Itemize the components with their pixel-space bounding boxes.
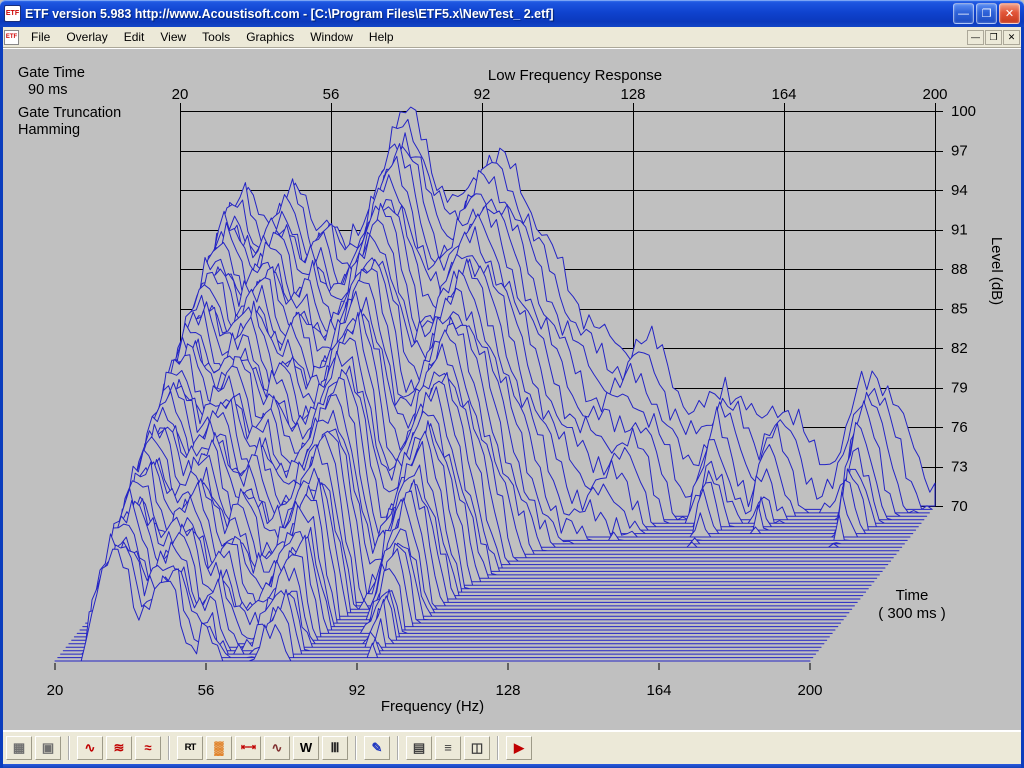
spectrogram-button[interactable]: ▓ — [206, 735, 232, 760]
window-left-border — [0, 27, 3, 768]
menubar: ETF File Overlay Edit View Tools Graphics Wind… — [0, 27, 1024, 48]
menu-item-view[interactable]: View — [152, 28, 194, 46]
svg-text:164: 164 — [771, 86, 796, 103]
print-button[interactable]: ▤ — [406, 735, 432, 760]
tools-icon: ✎ — [371, 739, 383, 755]
svg-text:70: 70 — [951, 498, 968, 515]
svg-text:94: 94 — [951, 182, 968, 199]
frequency-response-button[interactable]: ≈ — [135, 735, 161, 760]
comb-filter-icon: Ⅲ — [330, 739, 340, 755]
minimize-button[interactable]: — — [953, 3, 974, 24]
window-function-button[interactable]: W — [293, 735, 319, 760]
menu-item-file[interactable]: File — [23, 28, 58, 46]
dual-view-button[interactable]: ▣ — [35, 735, 61, 760]
comb-filter-button[interactable]: Ⅲ — [322, 735, 348, 760]
svg-text:56: 56 — [198, 682, 215, 699]
mdi-minimize-button[interactable]: — — [967, 29, 984, 45]
print-icon: ▤ — [412, 739, 426, 755]
svg-text:92: 92 — [474, 86, 491, 103]
menu-item-tools[interactable]: Tools — [194, 28, 238, 46]
spectrogram-icon: ▓ — [214, 740, 224, 755]
step-response-button[interactable]: ∿ — [264, 735, 290, 760]
waterfall-icon: ≋ — [113, 739, 125, 755]
impulse-response-button[interactable]: ∿ — [77, 735, 103, 760]
svg-text:128: 128 — [495, 682, 520, 699]
window-controls: — ❐ ✕ — [953, 3, 1020, 24]
rt60-icon: RT — [184, 742, 197, 753]
rt60-button[interactable]: RT — [177, 735, 203, 760]
svg-text:Level (dB): Level (dB) — [988, 237, 1005, 305]
waterfall-chart: 20 56 92 128 164 20010097949188858279767370Le… — [47, 86, 1005, 715]
svg-text:91: 91 — [951, 222, 968, 239]
time-gating-icon: ⇤⇥ — [241, 742, 256, 753]
run-measurement-button[interactable]: ▶ — [506, 735, 532, 760]
mdi-document-icon[interactable]: ETF — [4, 29, 19, 45]
menu-item-help[interactable]: Help — [361, 28, 402, 46]
svg-text:Time: Time — [896, 587, 929, 604]
menu-item-edit[interactable]: Edit — [116, 28, 153, 46]
svg-text:200: 200 — [797, 682, 822, 699]
overlay-chart-icon: ◫ — [470, 739, 484, 755]
overlay-chart-button[interactable]: ◫ — [464, 735, 490, 760]
svg-text:100: 100 — [951, 103, 976, 120]
svg-text:20: 20 — [172, 86, 189, 103]
svg-text:85: 85 — [951, 301, 968, 318]
step-response-icon: ∿ — [271, 739, 283, 755]
menu-item-window[interactable]: Window — [302, 28, 361, 46]
tools-button[interactable]: ✎ — [364, 735, 390, 760]
menu-item-graphics[interactable]: Graphics — [238, 28, 302, 46]
svg-text:92: 92 — [349, 682, 366, 699]
spl-meter-icon: ▦ — [12, 739, 26, 755]
spl-meter-button[interactable]: ▦ — [6, 735, 32, 760]
window-title: ETF version 5.983 http://www.Acoustisoft… — [25, 6, 554, 21]
time-gating-button[interactable]: ⇤⇥ — [235, 735, 261, 760]
report-icon: ≡ — [444, 740, 452, 755]
svg-text:76: 76 — [951, 419, 968, 436]
window-function-icon: W — [299, 740, 313, 755]
app-window: ETF ETF version 5.983 http://www.Acousti… — [0, 0, 1024, 768]
svg-text:164: 164 — [646, 682, 671, 699]
impulse-response-icon: ∿ — [84, 739, 96, 755]
svg-text:128: 128 — [620, 86, 645, 103]
svg-text:20: 20 — [47, 682, 64, 699]
svg-text:Frequency (Hz): Frequency (Hz) — [381, 698, 484, 715]
menu-items: File Overlay Edit View Tools Graphics Window He… — [23, 28, 967, 46]
menu-item-overlay[interactable]: Overlay — [58, 28, 115, 46]
svg-text:73: 73 — [951, 459, 968, 476]
mdi-restore-button[interactable]: ❐ — [985, 29, 1002, 45]
app-icon: ETF — [4, 5, 21, 22]
svg-text:97: 97 — [951, 143, 968, 160]
restore-button[interactable]: ❐ — [976, 3, 997, 24]
mdi-window-controls: — ❐ ✕ — [967, 29, 1020, 45]
svg-text:79: 79 — [951, 380, 968, 397]
svg-text:82: 82 — [951, 340, 968, 357]
close-button[interactable]: ✕ — [999, 3, 1020, 24]
svg-text:( 300 ms ): ( 300 ms ) — [878, 605, 946, 622]
svg-text:200: 200 — [922, 86, 947, 103]
run-measurement-icon: ▶ — [514, 739, 524, 755]
svg-text:88: 88 — [951, 261, 968, 278]
report-button[interactable]: ≡ — [435, 735, 461, 760]
mdi-close-button[interactable]: ✕ — [1003, 29, 1020, 45]
plot-client-area: Gate Time 90 ms Gate Truncation Hamming … — [0, 48, 1024, 730]
toolbar: ▦ ▣ ∿ ≋ ≈ RT ▓ ⇤⇥ ∿ W Ⅲ ✎ ▤ ≡ ◫ ▶ — [0, 730, 1024, 764]
frequency-response-icon: ≈ — [144, 740, 152, 755]
dual-view-icon: ▣ — [41, 739, 55, 755]
waterfall-button[interactable]: ≋ — [106, 735, 132, 760]
window-bottom-border — [0, 764, 1024, 768]
svg-text:56: 56 — [323, 86, 340, 103]
titlebar: ETF ETF version 5.983 http://www.Acousti… — [0, 0, 1024, 27]
